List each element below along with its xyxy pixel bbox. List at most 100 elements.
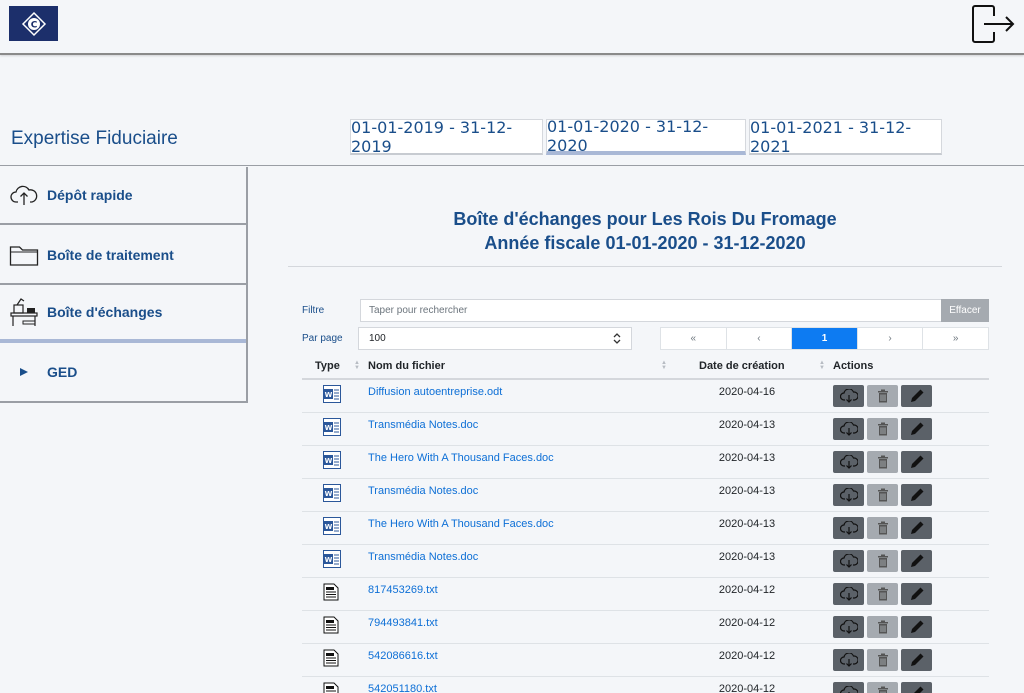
- download-button[interactable]: [833, 517, 864, 539]
- header-divider: [0, 165, 1024, 166]
- page-prev-button[interactable]: ‹: [727, 328, 793, 349]
- file-name-link[interactable]: Transmédia Notes.doc: [368, 419, 478, 431]
- download-button[interactable]: [833, 682, 864, 693]
- file-name-link[interactable]: 817453269.txt: [368, 584, 438, 596]
- sidebar-item-label: GED: [47, 364, 78, 380]
- word-file-icon: W: [323, 550, 341, 573]
- clear-filter-button[interactable]: Effacer: [941, 299, 989, 322]
- trash-icon: [877, 455, 889, 469]
- sidebar-item-ged[interactable]: GED: [0, 343, 246, 401]
- edit-button[interactable]: [901, 517, 932, 539]
- svg-text:W: W: [325, 523, 333, 531]
- col-date[interactable]: Date de création: [699, 360, 785, 372]
- year-tab-2020[interactable]: 01-01-2020 - 31-12-2020: [546, 117, 746, 155]
- pencil-icon: [909, 520, 925, 536]
- download-button[interactable]: [833, 550, 864, 572]
- file-name-link[interactable]: Transmédia Notes.doc: [368, 551, 478, 563]
- delete-button[interactable]: [867, 550, 898, 572]
- logo-mark-icon: C: [21, 11, 46, 36]
- edit-button[interactable]: [901, 583, 932, 605]
- sidebar-item-boite-echanges[interactable]: Boîte d'échanges: [0, 285, 246, 343]
- sort-icon[interactable]: ▲ ▼: [819, 360, 825, 371]
- download-button[interactable]: [833, 649, 864, 671]
- file-name-link[interactable]: The Hero With A Thousand Faces.doc: [368, 518, 554, 530]
- creation-date: 2020-04-12: [718, 584, 776, 596]
- creation-date: 2020-04-12: [718, 650, 776, 662]
- page-title: Boîte d'échanges pour Les Rois Du Fromag…: [453, 209, 837, 229]
- creation-date: 2020-04-13: [718, 485, 776, 497]
- pencil-icon: [909, 553, 925, 569]
- year-tab-2019[interactable]: 01-01-2019 - 31-12-2019: [350, 118, 543, 156]
- edit-button[interactable]: [901, 418, 932, 440]
- cloud-download-icon: [839, 389, 858, 403]
- svg-text:W: W: [325, 424, 333, 432]
- cloud-download-icon: [839, 620, 858, 634]
- creation-date: 2020-04-16: [718, 386, 776, 398]
- text-file-icon: [323, 649, 339, 672]
- file-name-link[interactable]: The Hero With A Thousand Faces.doc: [368, 452, 554, 464]
- table-row: W The Hero With A Thousand Faces.doc 2020-…: [302, 446, 989, 479]
- play-icon: [0, 367, 47, 377]
- cloud-download-icon: [839, 587, 858, 601]
- table-row: W Transmédia Notes.doc 2020-04-13: [302, 545, 989, 578]
- trash-icon: [877, 521, 889, 535]
- edit-button[interactable]: [901, 385, 932, 407]
- file-name-link[interactable]: 542051180.txt: [368, 683, 437, 693]
- download-button[interactable]: [833, 484, 864, 506]
- file-name-link[interactable]: Transmédia Notes.doc: [368, 485, 478, 497]
- sidebar-item-depot-rapide[interactable]: Dépôt rapide: [0, 167, 246, 225]
- per-page-value: 100: [369, 333, 386, 344]
- download-button[interactable]: [833, 418, 864, 440]
- file-name-link[interactable]: 794493841.txt: [368, 617, 438, 629]
- year-tab-2021[interactable]: 01-01-2021 - 31-12-2021: [749, 118, 942, 156]
- page-current-button[interactable]: 1: [792, 328, 858, 349]
- col-actions: Actions: [833, 360, 874, 372]
- edit-button[interactable]: [901, 682, 932, 693]
- col-name[interactable]: Nom du fichier: [368, 360, 445, 372]
- pencil-icon: [909, 619, 925, 635]
- download-button[interactable]: [833, 616, 864, 638]
- company-logo[interactable]: C: [9, 6, 58, 41]
- table-row: 542051180.txt 2020-04-12: [302, 677, 989, 693]
- edit-button[interactable]: [901, 484, 932, 506]
- col-type[interactable]: Type: [315, 360, 340, 372]
- delete-button[interactable]: [867, 484, 898, 506]
- word-file-icon: W: [323, 418, 341, 441]
- download-button[interactable]: [833, 583, 864, 605]
- pencil-icon: [909, 454, 925, 470]
- delete-button[interactable]: [867, 517, 898, 539]
- delete-button[interactable]: [867, 583, 898, 605]
- file-name-link[interactable]: Diffusion autoentreprise.odt: [368, 386, 502, 398]
- pencil-icon: [909, 421, 925, 437]
- delete-button[interactable]: [867, 385, 898, 407]
- edit-button[interactable]: [901, 649, 932, 671]
- company-name: Expertise Fiduciaire: [11, 128, 178, 149]
- pencil-icon: [909, 487, 925, 503]
- delete-button[interactable]: [867, 451, 898, 473]
- edit-button[interactable]: [901, 616, 932, 638]
- edit-button[interactable]: [901, 550, 932, 572]
- logout-button[interactable]: [970, 2, 1016, 46]
- desk-icon: [0, 297, 47, 327]
- cloud-download-icon: [839, 686, 858, 693]
- file-name-link[interactable]: 542086616.txt: [368, 650, 438, 662]
- svg-text:W: W: [325, 457, 333, 465]
- page-next-button[interactable]: ›: [858, 328, 924, 349]
- sort-icon[interactable]: ▲ ▼: [354, 360, 360, 371]
- edit-button[interactable]: [901, 451, 932, 473]
- search-input[interactable]: Taper pour rechercher: [360, 299, 942, 322]
- page-last-button[interactable]: »: [923, 328, 988, 349]
- delete-button[interactable]: [867, 682, 898, 693]
- svg-text:C: C: [30, 20, 37, 30]
- per-page-select[interactable]: 100: [358, 327, 632, 350]
- download-button[interactable]: [833, 385, 864, 407]
- delete-button[interactable]: [867, 616, 898, 638]
- download-button[interactable]: [833, 451, 864, 473]
- top-bar: C: [0, 0, 1024, 55]
- delete-button[interactable]: [867, 649, 898, 671]
- sort-icon[interactable]: ▲ ▼: [661, 360, 667, 371]
- page-first-button[interactable]: «: [661, 328, 727, 349]
- cloud-download-icon: [839, 554, 858, 568]
- sidebar-item-boite-traitement[interactable]: Boîte de traitement: [0, 227, 246, 285]
- delete-button[interactable]: [867, 418, 898, 440]
